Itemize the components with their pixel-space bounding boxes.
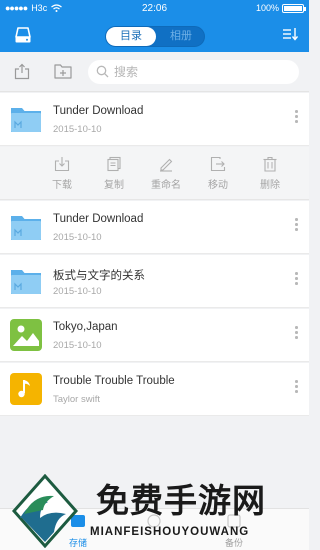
search-input[interactable] [114, 63, 284, 81]
download-icon [54, 157, 70, 172]
download-label: 下载 [52, 180, 72, 191]
watermark-text-cn: 免费手游网 [96, 481, 266, 520]
file-artist: Taylor swift [53, 394, 100, 405]
file-row[interactable]: Tunder Download 2015-10-10 [0, 201, 309, 254]
folder-icon [11, 108, 41, 132]
battery-label: 100% [255, 3, 279, 13]
download-button[interactable]: 下载 [42, 156, 82, 191]
move-button[interactable]: 移动 [198, 156, 238, 191]
rename-label: 重命名 [151, 180, 181, 191]
file-name: Tunder Download [53, 213, 144, 225]
rename-icon [160, 158, 173, 172]
drive-icon[interactable] [14, 26, 32, 44]
file-action-bar: 下载 复制 重命名 移动 删除 [0, 147, 309, 200]
file-date: 2015-10-10 [53, 286, 102, 297]
move-icon [210, 156, 226, 172]
delete-label: 删除 [260, 180, 280, 191]
file-name: Tunder Download [53, 105, 144, 117]
watermark-logo [11, 474, 79, 548]
rename-button[interactable]: 重命名 [146, 156, 186, 191]
more-icon[interactable] [295, 110, 299, 125]
delete-icon [263, 156, 277, 172]
file-row[interactable]: Tunder Download 2015-10-10 [0, 93, 309, 146]
tab-album[interactable]: 相册 [156, 27, 206, 46]
more-icon[interactable] [295, 218, 299, 233]
file-date: 2015-10-10 [53, 232, 102, 243]
status-bar: ●●●●● H3c 22:06 100% [0, 0, 309, 18]
image-icon [10, 319, 42, 351]
copy-label: 复制 [104, 180, 124, 191]
file-row[interactable]: 板式与文字的关系 2015-10-10 [0, 255, 309, 308]
file-name: Tokyo,Japan [53, 321, 118, 333]
site-watermark: 免费手游网 MIANFEISHOUYOUWANG [10, 470, 310, 550]
delete-button[interactable]: 删除 [250, 156, 290, 191]
file-row[interactable]: Trouble Trouble Trouble Taylor swift [0, 363, 309, 416]
file-date: 2015-10-10 [53, 124, 102, 135]
battery-icon [282, 3, 306, 13]
copy-button[interactable]: 复制 [94, 156, 134, 191]
file-row[interactable]: Tokyo,Japan 2015-10-10 [0, 309, 309, 362]
music-icon [10, 373, 42, 405]
tab-directory[interactable]: 目录 [106, 27, 156, 46]
new-folder-icon[interactable] [54, 63, 72, 79]
folder-icon [11, 270, 41, 294]
upload-icon[interactable] [14, 63, 30, 80]
watermark-text-en: MIANFEISHOUYOUWANG [90, 526, 250, 538]
more-icon[interactable] [295, 272, 299, 287]
folder-icon [11, 216, 41, 240]
file-name: 板式与文字的关系 [53, 270, 145, 282]
app-header: ●●●●● H3c 22:06 100% 目录 相册 [0, 0, 309, 52]
move-label: 移动 [208, 180, 228, 191]
search-box[interactable] [88, 60, 299, 84]
search-icon [96, 65, 109, 78]
more-icon[interactable] [295, 326, 299, 341]
toolbar [0, 52, 309, 92]
sort-icon[interactable] [282, 26, 298, 42]
copy-icon [107, 156, 121, 172]
view-toggle[interactable]: 目录 相册 [105, 26, 205, 47]
file-date: 2015-10-10 [53, 340, 102, 351]
more-icon[interactable] [295, 380, 299, 395]
file-name: Trouble Trouble Trouble [53, 375, 175, 387]
